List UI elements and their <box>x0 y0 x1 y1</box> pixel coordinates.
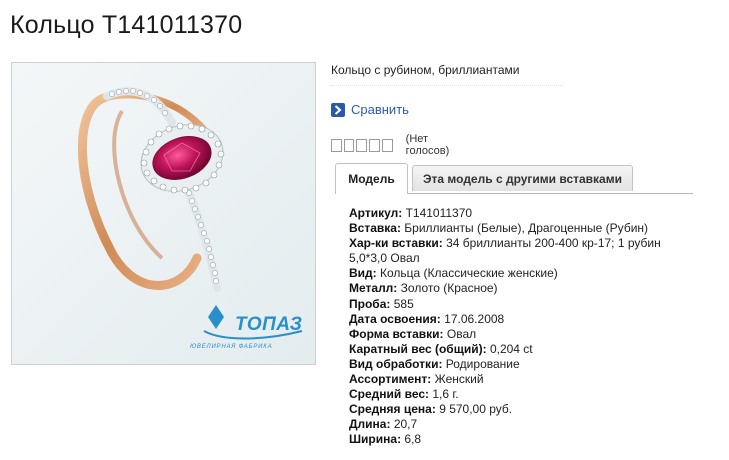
spec-row: Ширина: 6,8 <box>349 432 679 447</box>
spec-value: Женский <box>434 372 484 387</box>
spec-label: Ассортимент: <box>349 372 432 387</box>
spec-label: Дата освоения: <box>349 311 441 326</box>
tab-other-inserts[interactable]: Эта модель с другими вставками <box>412 165 633 191</box>
spec-value: 17.06.2008 <box>444 311 505 326</box>
spec-row: Вставка: Бриллианты (Белые), Драгоценные… <box>349 221 679 236</box>
spec-value: 1,6 г. <box>432 387 459 402</box>
spec-label: Металл: <box>349 281 398 296</box>
spec-value: Родирование <box>445 356 520 371</box>
spec-row: Вид обработки: Родирование <box>349 357 679 372</box>
spec-value: 0,204 ct <box>489 341 533 356</box>
spec-label: Форма вставки: <box>349 326 444 341</box>
compare-link[interactable]: Сравнить <box>351 102 409 117</box>
spec-value: Овал <box>446 326 477 341</box>
divider <box>331 85 563 86</box>
spec-label: Средний вес: <box>349 387 430 402</box>
spec-label: Артикул: <box>349 206 403 220</box>
spec-row: Длина: 20,7 <box>349 417 679 432</box>
spec-list: Артикул: Т141011370 Вставка: Бриллианты … <box>349 206 679 448</box>
spec-label: Длина: <box>349 417 391 432</box>
spec-label: Хар-ки вставки: <box>349 236 443 251</box>
spec-row: Каратный вес (общий): 0,204 ct <box>349 342 679 357</box>
spec-label: Ширина: <box>349 432 402 447</box>
page-title: Кольцо Т141011370 <box>10 11 243 39</box>
spec-row: Артикул: Т141011370 <box>349 206 679 221</box>
spec-label: Каратный вес (общий): <box>349 341 487 356</box>
rating-star-2[interactable] <box>343 138 355 152</box>
brand-logo-subtext: ЮВЕЛИРНАЯ ФАБРИКА <box>190 344 273 350</box>
rating-star-1[interactable] <box>331 138 342 152</box>
rating-star-3[interactable] <box>356 138 368 152</box>
spec-row: Дата освоения: 17.06.2008 <box>349 312 679 327</box>
tab-model[interactable]: Модель <box>335 163 408 194</box>
spec-row: Средний вес: 1,6 г. <box>349 387 679 402</box>
spec-row: Металл: Золото (Красное) <box>349 281 679 296</box>
tab-bar: Модель Эта модель с другими вставками <box>335 163 693 194</box>
spec-value: Т141011370 <box>405 206 473 220</box>
spec-value: 20,7 <box>393 417 418 432</box>
rating-star-4[interactable] <box>369 138 380 152</box>
spec-value: Золото (Красное) <box>400 281 498 296</box>
product-image[interactable]: ТОПАЗ ЮВЕЛИРНАЯ ФАБРИКА <box>11 62 316 365</box>
spec-row: Хар-ки вставки: 34 бриллианты 200-400 кр… <box>349 236 679 266</box>
spec-label: Вид: <box>349 266 377 281</box>
spec-value: Кольца (Классические женские) <box>380 266 558 281</box>
spec-row: Средняя цена: 9 570,00 руб. <box>349 402 679 417</box>
spec-value: Бриллианты (Белые), Драгоценные (Рубин) <box>404 221 649 236</box>
spec-row: Вид: Кольца (Классические женские) <box>349 266 679 281</box>
spec-value: 6,8 <box>404 432 422 447</box>
brand-logo-text: ТОПАЗ <box>235 314 303 335</box>
spec-value: 585 <box>393 296 414 311</box>
spec-value: 9 570,00 руб. <box>439 402 513 417</box>
rating-star-5[interactable] <box>381 138 393 152</box>
votes-count: (Нет голосов) <box>405 133 450 157</box>
spec-label: Средняя цена: <box>349 402 436 417</box>
spec-label: Вид обработки: <box>349 356 443 371</box>
rating-widget: (Нет голосов) <box>331 133 461 157</box>
product-description: Кольцо с рубином, бриллиантами <box>331 63 520 77</box>
spec-label: Проба: <box>349 296 391 311</box>
spec-row: Проба: 585 <box>349 297 679 312</box>
spec-row: Ассортимент: Женский <box>349 372 679 387</box>
compare-button[interactable]: Сравнить <box>331 102 409 117</box>
spec-label: Вставка: <box>349 221 401 236</box>
chevron-right-icon[interactable] <box>331 102 345 117</box>
spec-row: Форма вставки: Овал <box>349 327 679 342</box>
